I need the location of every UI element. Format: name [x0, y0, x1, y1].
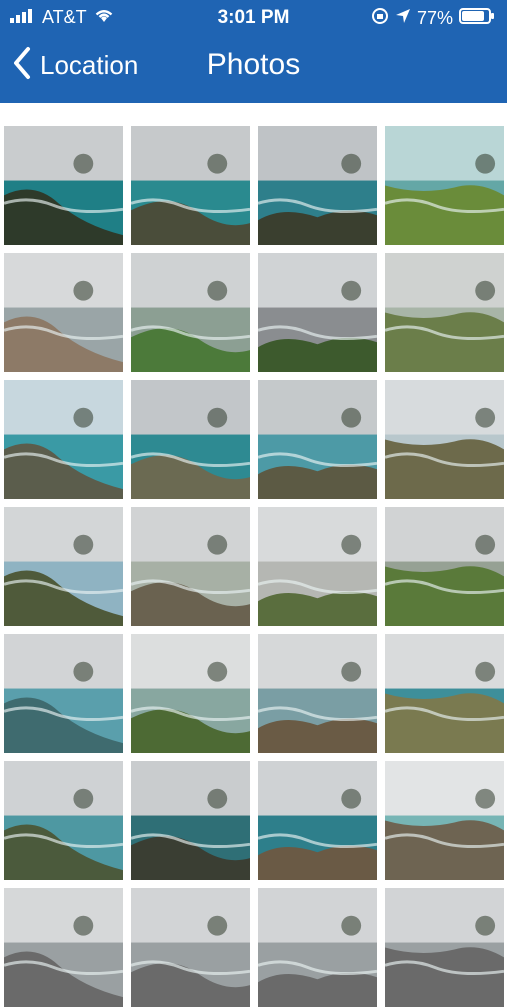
photo-image — [258, 253, 377, 372]
photo-image — [131, 126, 250, 245]
photo-image — [258, 634, 377, 753]
photo-image — [258, 507, 377, 626]
photo-thumbnail[interactable] — [385, 507, 504, 626]
photo-image — [385, 761, 504, 880]
photo-image — [385, 380, 504, 499]
photo-image — [258, 126, 377, 245]
photo-image — [385, 507, 504, 626]
photo-image — [131, 888, 250, 1007]
photo-image — [385, 126, 504, 245]
nav-row: Location Photos — [0, 40, 507, 100]
photo-thumbnail[interactable] — [4, 253, 123, 372]
status-bar: AT&T 3:01 PM 77% — [0, 0, 507, 34]
photo-thumbnail[interactable] — [131, 507, 250, 626]
photo-image — [4, 888, 123, 1007]
location-arrow-icon — [395, 8, 411, 29]
photo-thumbnail[interactable] — [131, 888, 250, 1007]
photo-image — [385, 253, 504, 372]
photo-thumbnail[interactable] — [258, 761, 377, 880]
navigation-bar: AT&T 3:01 PM 77% Location Photos — [0, 0, 507, 103]
photo-image — [131, 634, 250, 753]
photo-thumbnail[interactable] — [4, 507, 123, 626]
photo-thumbnail[interactable] — [258, 253, 377, 372]
orientation-lock-icon — [371, 7, 389, 30]
photo-thumbnail[interactable] — [258, 634, 377, 753]
photo-thumbnail[interactable] — [131, 253, 250, 372]
photo-thumbnail[interactable] — [258, 507, 377, 626]
photo-image — [131, 761, 250, 880]
photo-thumbnail[interactable] — [385, 761, 504, 880]
photo-thumbnail[interactable] — [385, 888, 504, 1007]
photo-thumbnail[interactable] — [258, 126, 377, 245]
photo-thumbnail[interactable] — [4, 634, 123, 753]
photo-thumbnail[interactable] — [4, 126, 123, 245]
photo-image — [4, 634, 123, 753]
photo-image — [385, 634, 504, 753]
photo-thumbnail[interactable] — [4, 888, 123, 1007]
photo-thumbnail[interactable] — [385, 253, 504, 372]
photo-image — [258, 380, 377, 499]
battery-icon — [459, 7, 495, 30]
photo-thumbnail[interactable] — [385, 380, 504, 499]
photo-image — [4, 507, 123, 626]
photo-image — [131, 380, 250, 499]
photo-thumbnail[interactable] — [385, 126, 504, 245]
battery-percent: 77% — [416, 8, 453, 28]
page-title: Photos — [206, 48, 301, 81]
photo-thumbnail[interactable] — [131, 380, 250, 499]
photo-image — [4, 761, 123, 880]
photo-image — [258, 888, 377, 1007]
photo-image — [4, 126, 123, 245]
photo-thumbnail[interactable] — [131, 126, 250, 245]
photo-image — [131, 507, 250, 626]
photo-thumbnail[interactable] — [4, 380, 123, 499]
photo-image — [4, 380, 123, 499]
photo-thumbnail[interactable] — [131, 761, 250, 880]
photo-image — [258, 761, 377, 880]
status-right: 77% — [371, 7, 495, 30]
photo-image — [385, 888, 504, 1007]
photo-thumbnail[interactable] — [131, 634, 250, 753]
photo-thumbnail[interactable] — [4, 761, 123, 880]
photo-thumbnail[interactable] — [385, 634, 504, 753]
photo-image — [4, 253, 123, 372]
photo-thumbnail[interactable] — [258, 380, 377, 499]
photo-image — [131, 253, 250, 372]
photo-thumbnail[interactable] — [258, 888, 377, 1007]
